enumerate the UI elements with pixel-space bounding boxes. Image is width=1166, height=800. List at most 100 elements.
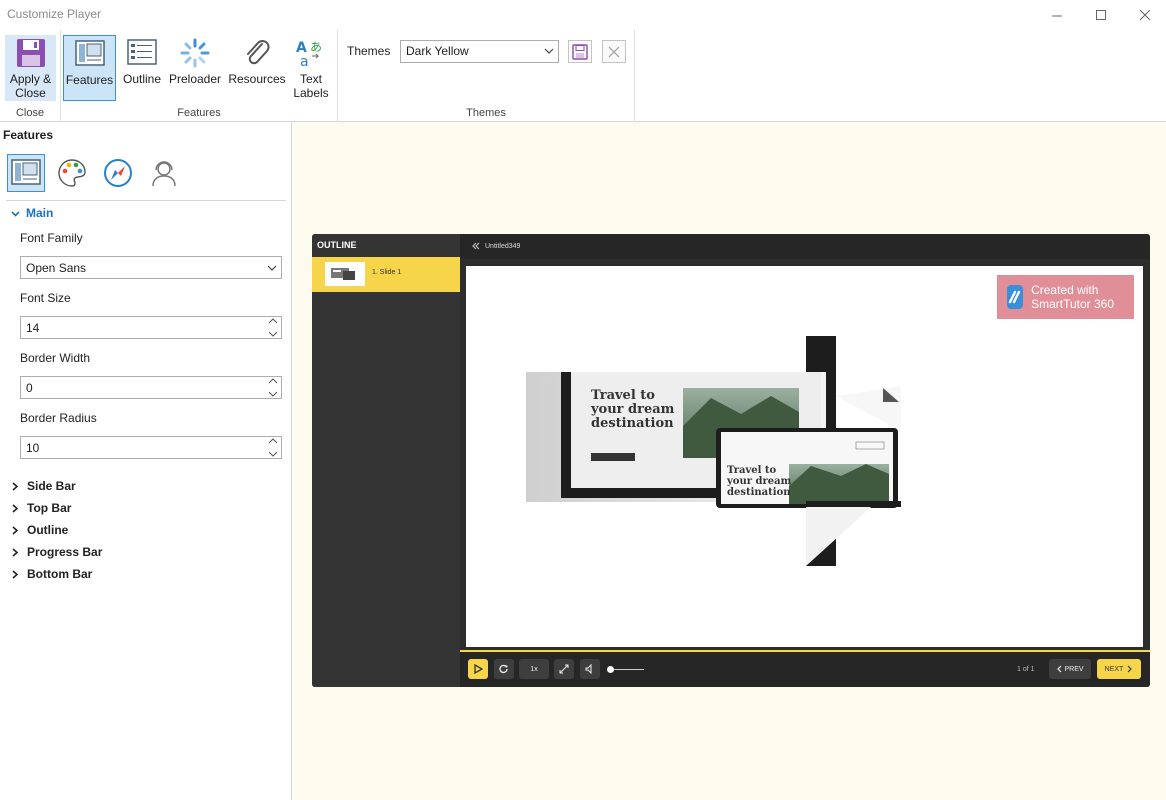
minimize-button[interactable] [1034,0,1080,30]
slide-item-label: 1. Slide 1 [372,269,402,276]
next-button[interactable]: NEXT [1097,659,1141,679]
ribbon-group-themes: Themes Dark Yellow Themes [338,30,635,122]
font-size-field[interactable]: 14 [20,316,282,339]
chevron-down-icon [544,45,554,59]
apply-close-label: Apply & Close [9,72,52,100]
devices-illustration: Travel to your dream destination Travel … [526,336,901,566]
group-label-themes: Themes [466,107,506,119]
player-bottom-bar: 1x 1 of 1 PREV NEXT [460,652,1150,687]
collapse-sidebar-icon[interactable] [472,242,480,250]
next-label: NEXT [1104,665,1124,673]
save-theme-button[interactable] [568,40,592,63]
apply-close-button[interactable]: Apply & Close [5,35,56,101]
smarttutor-logo-icon [1007,285,1024,309]
volume-icon [585,664,592,674]
outline-label: Outline [122,72,162,86]
svg-text:Travel to: Travel to [727,465,777,476]
play-button[interactable] [468,659,488,679]
volume-slider[interactable] [610,669,644,670]
translate-icon: A あ a [295,37,327,69]
spinner-icon[interactable] [268,438,278,457]
close-icon [608,46,620,57]
section-bottom-bar[interactable]: Bottom Bar [11,567,92,581]
border-radius-value: 10 [26,441,40,455]
section-top-bar[interactable]: Top Bar [11,501,71,515]
fullscreen-icon [559,664,569,674]
chevron-right-icon [12,547,19,557]
customize-player-window: Customize Player Apply & Close Close Fea… [0,0,1166,800]
font-family-label: Font Family [20,231,83,245]
title-bar: Customize Player [0,0,1166,30]
prev-label: PREV [1064,665,1084,673]
features-button[interactable]: Features [63,35,116,101]
font-family-select[interactable]: Open Sans [20,256,282,279]
outline-slide-item[interactable]: 1. Slide 1 [312,257,460,292]
svg-text:a: a [300,54,309,68]
support-icon [152,161,176,187]
maximize-button[interactable] [1078,0,1124,30]
save-icon [15,37,47,69]
volume-button[interactable] [580,659,600,679]
outline-button[interactable]: Outline [119,35,165,101]
border-width-label: Border Width [20,351,91,365]
slide-canvas: Travel to your dream destination Travel … [466,266,1143,647]
spinner-icon[interactable] [268,318,278,337]
navigation-tab[interactable] [99,154,137,192]
section-label: Progress Bar [27,545,103,559]
speed-button[interactable]: 1x [519,659,549,679]
player-sidebar: OUTLINE 1. Slide 1 [312,234,460,687]
main-section-header[interactable]: Main [11,206,53,220]
themes-select[interactable]: Dark Yellow [400,40,559,63]
themes-label: Themes [347,44,391,58]
player-preview: OUTLINE 1. Slide 1 Untitled349 Travel to… [312,234,1150,687]
border-radius-label: Border Radius [20,411,97,425]
section-progress-bar[interactable]: Progress Bar [11,545,102,559]
main-section-label: Main [26,206,54,220]
chevron-left-icon [1057,665,1062,673]
ribbon-group-features: Features Outline Preloader Resources A あ… [61,30,338,122]
border-radius-field[interactable]: 10 [20,436,282,459]
panel-title: Features [3,128,54,142]
text-labels-button[interactable]: A あ a Text Labels [291,35,331,101]
window-title: Customize Player [7,7,102,21]
compass-icon [104,159,132,187]
close-icon [1139,9,1150,20]
chevron-right-icon [1127,665,1133,673]
fullscreen-button[interactable] [554,659,574,679]
svg-text:destination: destination [727,487,791,498]
replay-button[interactable] [494,659,514,679]
group-label-close: Close [15,107,45,119]
font-family-value: Open Sans [26,261,87,275]
player-preview-area: OUTLINE 1. Slide 1 Untitled349 Travel to… [293,122,1166,800]
ribbon-group-close: Apply & Close Close [0,30,61,122]
prev-button[interactable]: PREV [1049,659,1091,679]
section-outline[interactable]: Outline [11,523,68,537]
delete-theme-button[interactable] [602,40,626,63]
resources-button[interactable]: Resources [226,35,288,101]
panel-divider [6,200,286,201]
layout-icon [11,159,41,185]
section-side-bar[interactable]: Side Bar [11,479,76,493]
border-width-field[interactable]: 0 [20,376,282,399]
close-window-button[interactable] [1122,0,1166,30]
save-icon [572,43,588,60]
font-size-value: 14 [26,321,40,335]
chevron-down-icon [267,262,277,276]
support-tab[interactable] [145,154,183,192]
panel-tabs [7,154,183,192]
slide-thumbnail [325,262,365,286]
watermark-text: Created with SmartTutor 360 [1031,283,1114,311]
group-label-features: Features [177,107,221,119]
volume-slider-handle[interactable] [607,666,614,673]
maximize-icon [1095,9,1106,20]
spinner-icon[interactable] [268,378,278,397]
outline-icon [126,37,158,69]
features-label: Features [65,73,114,87]
border-width-value: 0 [26,381,33,395]
svg-text:your dream: your dream [726,476,792,487]
chevron-right-icon [12,481,19,491]
resources-label: Resources [228,72,286,86]
preloader-button[interactable]: Preloader [167,35,223,101]
layout-tab[interactable] [7,154,45,192]
colors-tab[interactable] [53,154,91,192]
